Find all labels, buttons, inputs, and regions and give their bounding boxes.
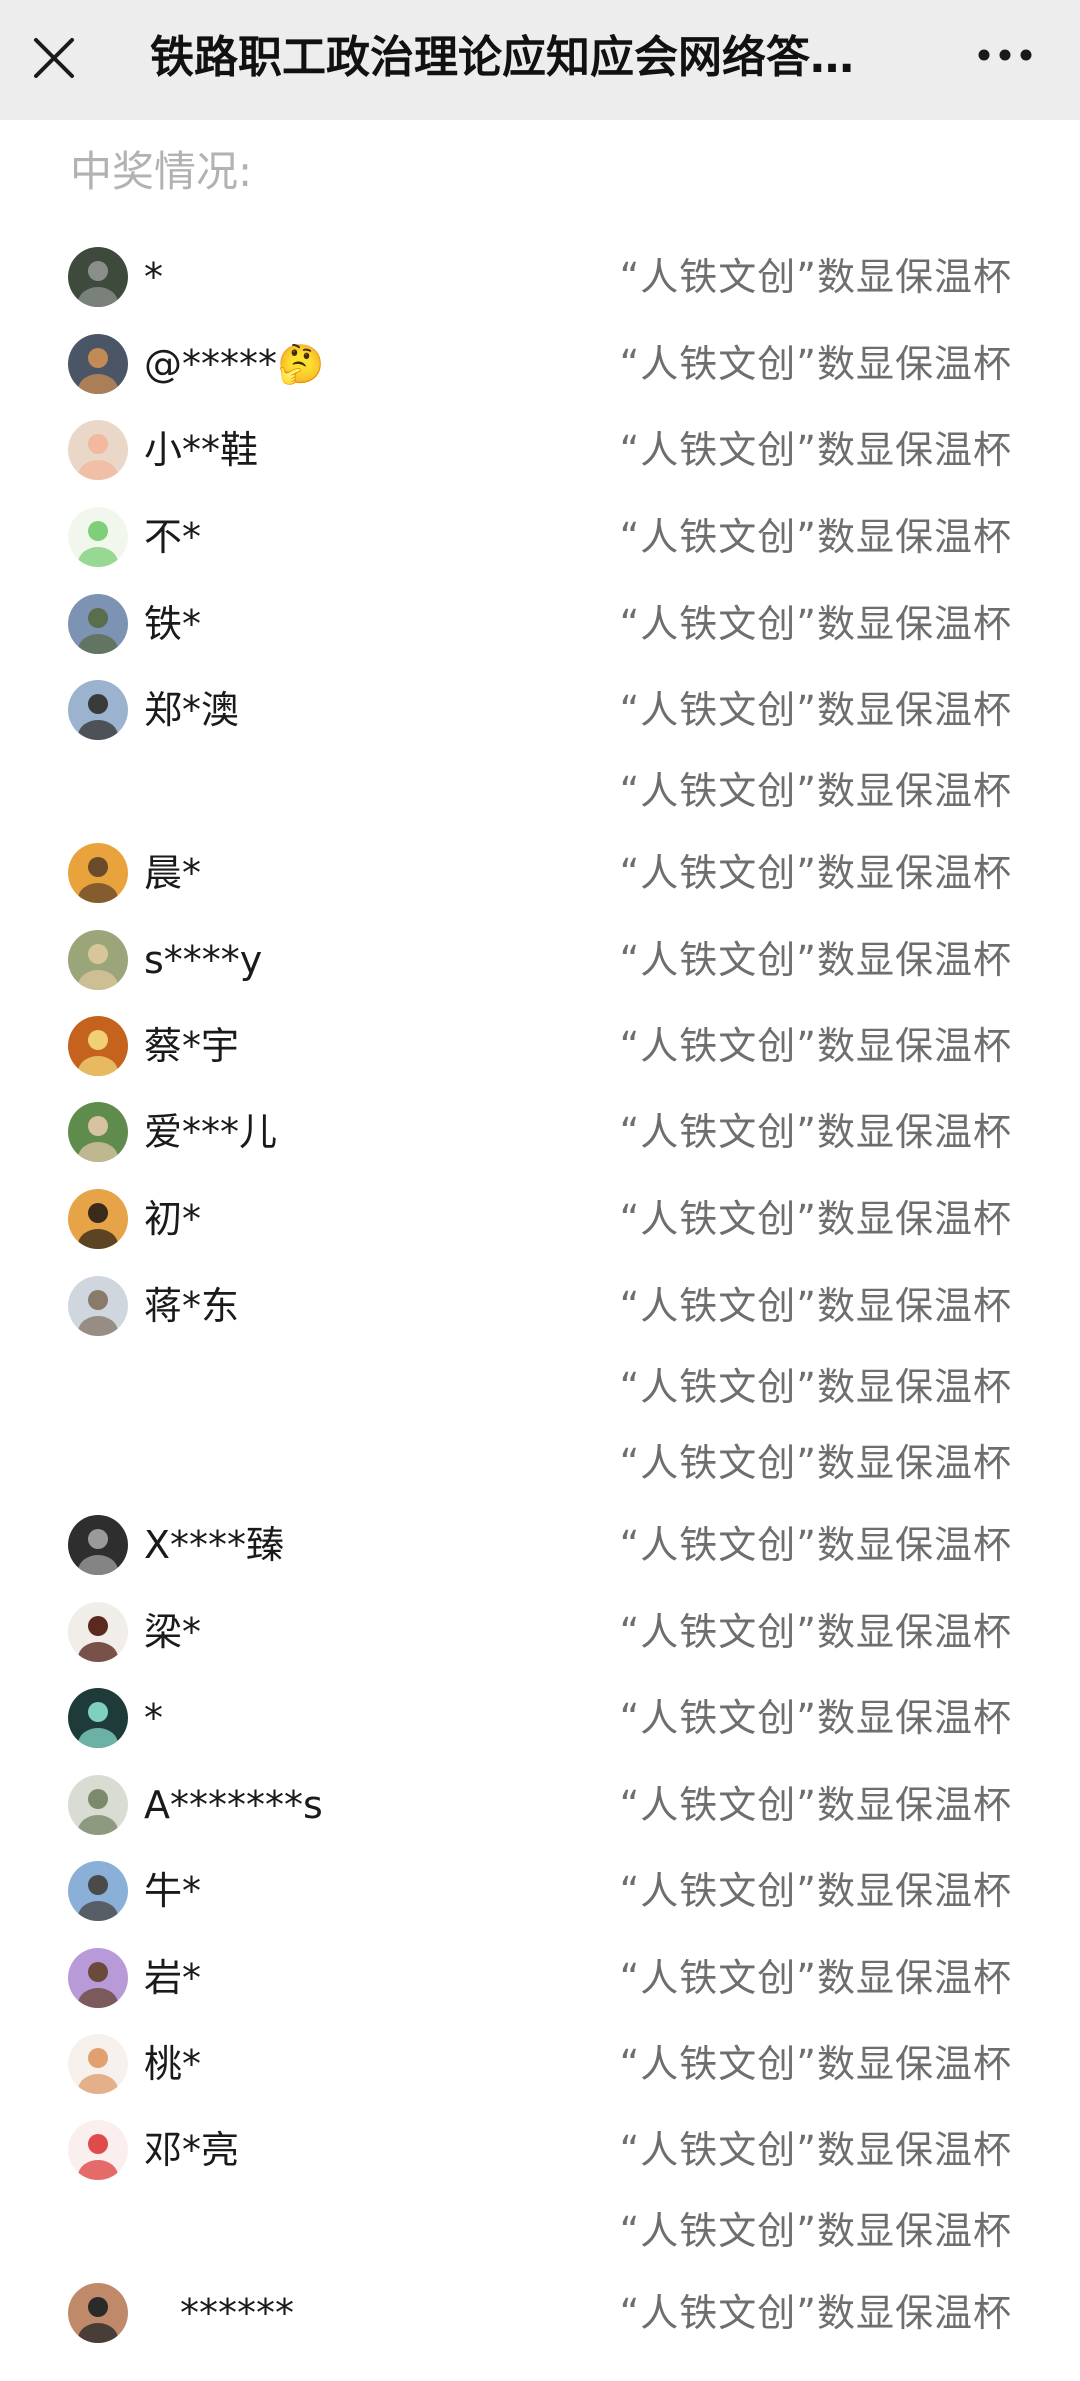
winner-name: * (144, 255, 163, 299)
list-item: 郑*澳 “人铁文创”数显保温杯 (0, 675, 1080, 745)
avatar[interactable] (68, 680, 128, 740)
prize-label: “人铁文创”数显保温杯 (619, 1441, 1012, 1485)
list-item: “人铁文创”数显保温杯 (0, 2196, 1080, 2266)
prize-label: “人铁文创”数显保温杯 (619, 1610, 1012, 1654)
prize-label: “人铁文创”数显保温杯 (619, 1024, 1012, 1068)
list-item: “人铁文创”数显保温杯 (0, 1428, 1080, 1498)
list-item: s****y “人铁文创”数显保温杯 (0, 925, 1080, 995)
winner-name: @*****🤔 (144, 342, 325, 386)
avatar[interactable] (68, 930, 128, 990)
prize-label: “人铁文创”数显保温杯 (619, 2128, 1012, 2172)
winner-name: 小**鞋 (144, 428, 259, 472)
prize-label: “人铁文创”数显保温杯 (619, 1869, 1012, 1913)
avatar[interactable] (68, 1775, 128, 1835)
avatar[interactable] (68, 1189, 128, 1249)
list-item: 岩* “人铁文创”数显保温杯 (0, 1943, 1080, 2013)
list-item: * “人铁文创”数显保温杯 (0, 1683, 1080, 1753)
avatar[interactable] (68, 247, 128, 307)
avatar[interactable] (68, 1276, 128, 1336)
avatar[interactable] (68, 2034, 128, 2094)
prize-label: “人铁文创”数显保温杯 (619, 1523, 1012, 1567)
prize-label: “人铁文创”数显保温杯 (619, 342, 1012, 386)
list-item: 梁* “人铁文创”数显保温杯 (0, 1597, 1080, 1667)
prize-label: “人铁文创”数显保温杯 (619, 769, 1012, 813)
prize-label: “人铁文创”数显保温杯 (619, 1783, 1012, 1827)
prize-label: “人铁文创”数显保温杯 (619, 2291, 1012, 2335)
list-item: @*****🤔 “人铁文创”数显保温杯 (0, 329, 1080, 399)
winner-name: 蔡*宇 (144, 1024, 240, 1068)
winner-name: 爱***儿 (144, 1110, 278, 1154)
avatar[interactable] (68, 507, 128, 567)
avatar[interactable] (68, 1016, 128, 1076)
list-item: 初* “人铁文创”数显保温杯 (0, 1184, 1080, 1254)
list-item: X****臻 “人铁文创”数显保温杯 (0, 1510, 1080, 1580)
list-item: ****** “人铁文创”数显保温杯 (0, 2278, 1080, 2348)
winner-name: 牛* (144, 1869, 202, 1913)
winner-list: * “人铁文创”数显保温杯 @*****🤔 “人铁文创”数显保温杯 小**鞋 “人铁文创”… (0, 0, 1080, 2381)
avatar[interactable] (68, 2120, 128, 2180)
list-item: 蔡*宇 “人铁文创”数显保温杯 (0, 1011, 1080, 1081)
winner-name: 初* (144, 1197, 202, 1241)
list-item: A*******s “人铁文创”数显保温杯 (0, 1770, 1080, 1840)
winner-name: 蒋*东 (144, 1284, 240, 1328)
avatar[interactable] (68, 1515, 128, 1575)
avatar[interactable] (68, 2283, 128, 2343)
winner-name: 晨* (144, 851, 202, 895)
prize-label: “人铁文创”数显保温杯 (619, 1284, 1012, 1328)
winner-name: 不* (144, 515, 202, 559)
winner-name: A*******s (144, 1783, 323, 1827)
prize-label: “人铁文创”数显保温杯 (619, 2042, 1012, 2086)
prize-label: “人铁文创”数显保温杯 (619, 515, 1012, 559)
list-item: 牛* “人铁文创”数显保温杯 (0, 1856, 1080, 1926)
prize-label: “人铁文创”数显保温杯 (619, 255, 1012, 299)
prize-label: “人铁文创”数显保温杯 (619, 602, 1012, 646)
list-item: “人铁文创”数显保温杯 (0, 756, 1080, 826)
prize-label: “人铁文创”数显保温杯 (619, 1110, 1012, 1154)
winner-name: X****臻 (144, 1523, 285, 1567)
prize-label: “人铁文创”数显保温杯 (619, 851, 1012, 895)
list-item: 蒋*东 “人铁文创”数显保温杯 (0, 1271, 1080, 1341)
avatar[interactable] (68, 1688, 128, 1748)
avatar[interactable] (68, 594, 128, 654)
list-item: 桃* “人铁文创”数显保温杯 (0, 2029, 1080, 2099)
winner-name: s****y (144, 938, 263, 982)
list-item: 邓*亮 “人铁文创”数显保温杯 (0, 2115, 1080, 2185)
avatar[interactable] (68, 1861, 128, 1921)
avatar[interactable] (68, 1948, 128, 2008)
prize-label: “人铁文创”数显保温杯 (619, 2209, 1012, 2253)
winner-name: 郑*澳 (144, 688, 240, 732)
winner-name: 铁* (144, 602, 202, 646)
list-item: 铁* “人铁文创”数显保温杯 (0, 589, 1080, 659)
list-item: 不* “人铁文创”数显保温杯 (0, 502, 1080, 572)
list-item: 爱***儿 “人铁文创”数显保温杯 (0, 1097, 1080, 1167)
prize-label: “人铁文创”数显保温杯 (619, 1365, 1012, 1409)
winner-name: ****** (180, 2291, 294, 2335)
list-item: * “人铁文创”数显保温杯 (0, 242, 1080, 312)
winner-name: 桃* (144, 2042, 202, 2086)
prize-label: “人铁文创”数显保温杯 (619, 688, 1012, 732)
winner-name: * (144, 1696, 163, 1740)
winner-name: 梁* (144, 1610, 202, 1654)
prize-label: “人铁文创”数显保温杯 (619, 428, 1012, 472)
prize-label: “人铁文创”数显保温杯 (619, 1696, 1012, 1740)
avatar[interactable] (68, 334, 128, 394)
winner-name: 岩* (144, 1956, 202, 2000)
avatar[interactable] (68, 1602, 128, 1662)
list-item: “人铁文创”数显保温杯 (0, 1352, 1080, 1422)
avatar[interactable] (68, 1102, 128, 1162)
winner-name: 邓*亮 (144, 2128, 240, 2172)
prize-label: “人铁文创”数显保温杯 (619, 938, 1012, 982)
avatar[interactable] (68, 420, 128, 480)
prize-label: “人铁文创”数显保温杯 (619, 1956, 1012, 2000)
prize-label: “人铁文创”数显保温杯 (619, 1197, 1012, 1241)
avatar[interactable] (68, 843, 128, 903)
list-item: 小**鞋 “人铁文创”数显保温杯 (0, 415, 1080, 485)
list-item: 晨* “人铁文创”数显保温杯 (0, 838, 1080, 908)
